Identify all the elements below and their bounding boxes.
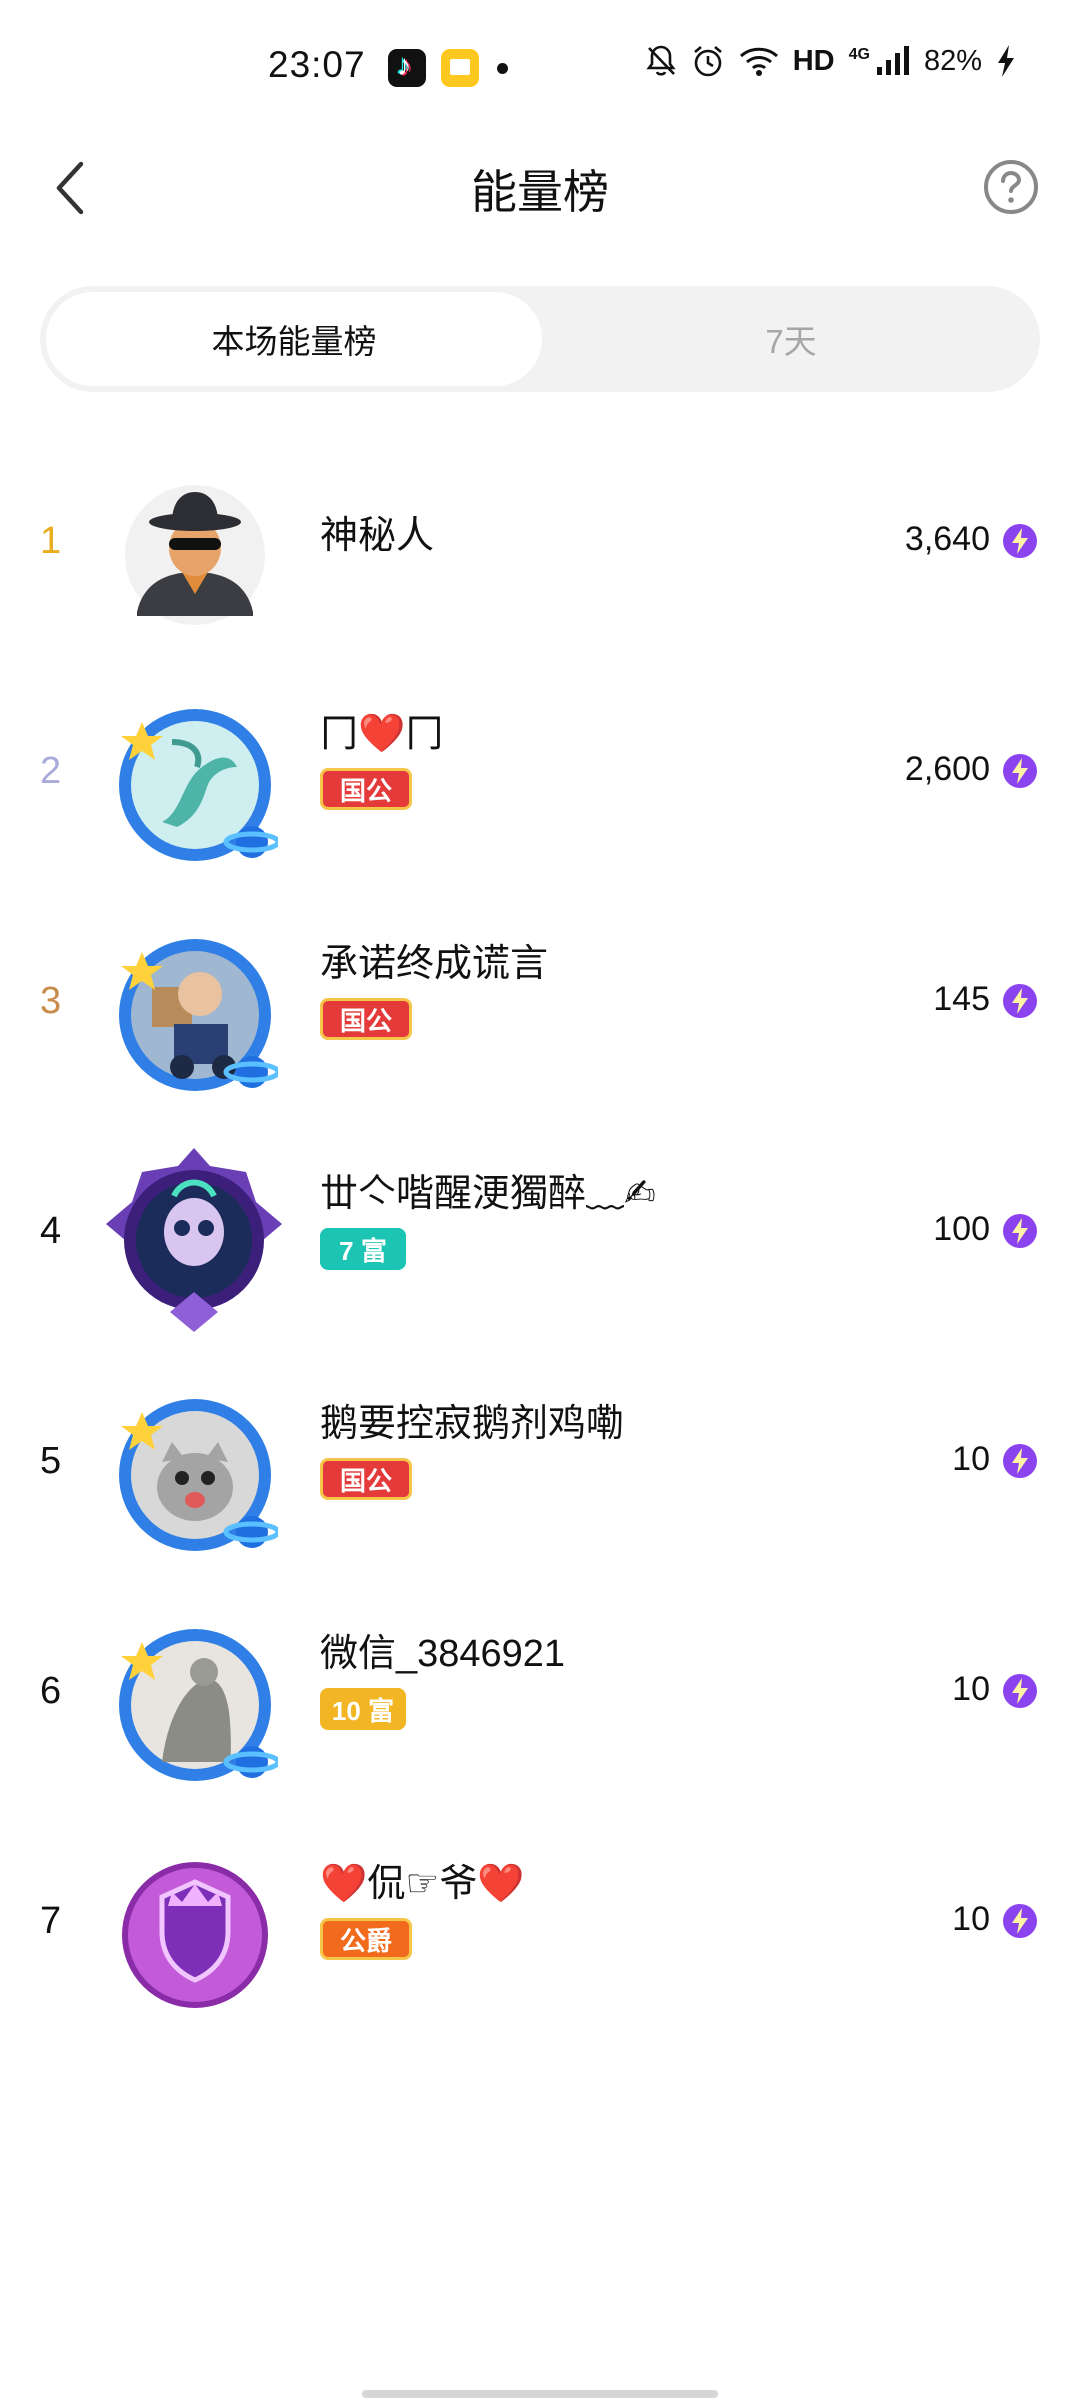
lightning-energy-icon — [1003, 1214, 1037, 1248]
lightning-energy-icon — [1003, 1674, 1037, 1708]
ranking-period-tabs: 本场能量榜 7天 — [40, 286, 1040, 392]
lightning-energy-icon — [1003, 524, 1037, 558]
rank-number: 3 — [40, 980, 62, 1022]
guardian-shield-avatar — [122, 1862, 268, 2008]
energy-score: 10 — [952, 1670, 990, 1708]
avatar[interactable] — [112, 472, 278, 638]
rank-number: 7 — [40, 1900, 62, 1942]
rank-number: 1 — [40, 520, 62, 562]
status-time: 23:07 — [268, 44, 366, 85]
lightning-energy-icon — [1003, 1904, 1037, 1938]
tab-current-session[interactable]: 本场能量榜 — [46, 292, 542, 386]
rank-number: 6 — [40, 1670, 62, 1712]
list-item[interactable]: 7 ❤️侃☞爷❤️ 公爵 10 — [0, 1810, 1080, 2040]
page-title: 能量榜 — [471, 166, 609, 218]
reader-app-icon — [441, 49, 479, 87]
tiktok-app-icon — [388, 49, 426, 87]
notification-dot-icon — [497, 63, 508, 74]
energy-score: 100 — [933, 1210, 990, 1248]
status-indicators: HD 4G 82% — [645, 44, 1016, 78]
list-item[interactable]: 5 鹅要控寂鹅剂鸡嘞 国公 10 — [0, 1350, 1080, 1580]
user-name: 鹅要控寂鹅剂鸡嘞 — [320, 1403, 625, 1445]
wealth-level-badge: 10 富 — [320, 1688, 406, 1730]
user-name: 冂❤️冂 — [320, 713, 444, 755]
energy-score: 2,600 — [904, 750, 990, 788]
energy-score: 10 — [952, 1900, 990, 1938]
noble-badge: 国公 — [320, 768, 412, 810]
network-hd-label: HD — [792, 44, 835, 77]
signal-icon — [876, 46, 909, 75]
avatar[interactable] — [112, 932, 281, 1098]
list-item[interactable]: 1 神秘人 3,640 — [0, 430, 1080, 660]
list-item[interactable]: 4 丗亽喈醒浭獨醉﹏✍ 7 富 100 — [0, 1120, 1080, 1350]
statue-avatar-with-frame — [119, 1629, 281, 1781]
avatar[interactable] — [96, 1144, 292, 1340]
bell-muted-icon — [646, 45, 676, 76]
child-rider-avatar-with-frame — [119, 939, 281, 1091]
user-name: 神秘人 — [320, 515, 435, 557]
wealth-level-badge: 7 富 — [320, 1228, 406, 1270]
dragon-avatar-with-frame — [119, 709, 281, 861]
avatar[interactable] — [112, 1852, 278, 2018]
list-item[interactable]: 2 冂❤️冂 国公 2,600 — [0, 660, 1080, 890]
page-header: 能量榜 — [0, 138, 1080, 238]
avatar[interactable] — [112, 1392, 281, 1558]
rank-number: 5 — [40, 1440, 62, 1482]
list-item[interactable]: 3 承诺终成谎言 国公 145 — [0, 890, 1080, 1120]
user-name: ❤️侃☞爷❤️ — [320, 1863, 525, 1905]
question-circle-icon[interactable] — [982, 158, 1040, 216]
mystery-person-avatar — [125, 485, 265, 625]
home-indicator[interactable] — [362, 2390, 718, 2398]
user-name: 丗亽喈醒浭獨醉﹏✍ — [320, 1173, 656, 1215]
wifi-icon — [739, 47, 778, 76]
user-name: 承诺终成谎言 — [320, 943, 549, 985]
lightning-energy-icon — [1003, 984, 1037, 1018]
avatar[interactable] — [112, 702, 281, 868]
user-name: 微信_3846921 — [320, 1633, 566, 1675]
noble-badge: 国公 — [320, 998, 412, 1040]
tab-7-days[interactable]: 7天 — [542, 286, 1040, 392]
energy-score: 10 — [952, 1440, 990, 1478]
rank-number: 4 — [40, 1210, 62, 1252]
charging-icon — [998, 45, 1014, 77]
cat-avatar-with-frame — [119, 1399, 281, 1551]
alarm-icon — [693, 46, 722, 77]
list-item[interactable]: 6 微信_3846921 10 富 10 — [0, 1580, 1080, 1810]
skull-avatar-with-frame — [106, 1148, 282, 1332]
lightning-energy-icon — [1003, 1444, 1037, 1478]
avatar[interactable] — [112, 1622, 281, 1788]
noble-badge: 国公 — [320, 1458, 412, 1500]
rank-number: 2 — [40, 750, 62, 792]
status-bar: 23:07 HD 4G 82% — [0, 0, 1080, 138]
battery-percent: 82% — [923, 44, 982, 77]
energy-score: 3,640 — [904, 520, 990, 558]
network-gen-label: 4G — [848, 46, 870, 63]
energy-score: 145 — [933, 980, 990, 1018]
lightning-energy-icon — [1003, 754, 1037, 788]
noble-badge: 公爵 — [320, 1918, 412, 1960]
